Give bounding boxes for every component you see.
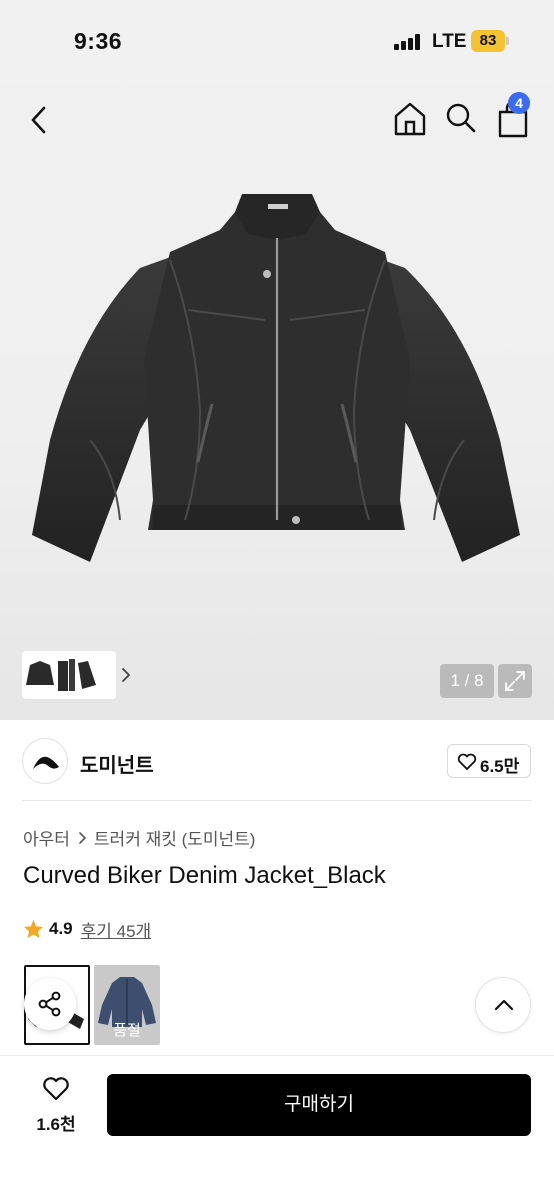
review-link[interactable]: 후기 45개: [81, 917, 152, 942]
battery-icon: 83: [471, 30, 509, 52]
chevron-left-icon: [31, 106, 46, 134]
signal-icon: [394, 34, 420, 50]
top-nav: 4: [0, 90, 554, 150]
share-button[interactable]: [24, 978, 76, 1030]
breadcrumb-subcategory[interactable]: 트러커 재킷 (도미넌트): [94, 825, 256, 850]
search-icon: [446, 103, 476, 133]
back-button[interactable]: [24, 102, 56, 138]
thumbnail-strip[interactable]: [22, 651, 130, 699]
breadcrumb: 아우터 트러커 재킷 (도미넌트): [23, 825, 255, 850]
share-icon: [38, 991, 61, 1017]
thumbnail-images: [26, 659, 96, 691]
expand-button[interactable]: [498, 664, 532, 698]
chevron-right-icon: [122, 668, 130, 682]
status-bar: 9:36 LTE 83: [0, 0, 554, 84]
search-button[interactable]: [444, 100, 478, 136]
heart-icon: [457, 753, 477, 770]
brand-like-count: 6.5만: [480, 757, 520, 776]
star-icon: [23, 919, 44, 939]
home-button[interactable]: [392, 100, 428, 138]
brand-like-button[interactable]: 6.5만: [447, 744, 531, 778]
home-icon: [394, 102, 426, 136]
product-title: Curved Biker Denim Jacket_Black: [23, 862, 386, 889]
brand-row: 도미넌트 6.5만: [0, 736, 554, 786]
brand-logo-mark: [33, 756, 59, 769]
heart-icon: [43, 1077, 69, 1101]
color-option-blue[interactable]: 품절: [94, 965, 160, 1045]
brand-name[interactable]: 도미넌트: [80, 749, 154, 778]
product-image[interactable]: [20, 190, 534, 610]
cart-button[interactable]: 4: [494, 92, 534, 140]
wishlist-count: 1.6천: [36, 1115, 76, 1134]
breadcrumb-category[interactable]: 아우터: [23, 825, 70, 850]
cart-count-badge: 4: [508, 92, 530, 114]
scroll-to-top-button[interactable]: [475, 977, 531, 1033]
divider: [22, 800, 532, 801]
status-time: 9:36: [74, 28, 123, 54]
rating-score: 4.9: [49, 919, 73, 938]
battery-level: 83: [471, 30, 505, 52]
chevron-right-icon: [79, 831, 87, 844]
brand-logo[interactable]: [22, 738, 68, 784]
bottom-action-bar: 1.6천 구매하기: [0, 1055, 554, 1200]
rating-row: 4.9 후기 45개: [23, 916, 151, 942]
buy-button[interactable]: 구매하기: [107, 1074, 531, 1136]
sold-out-label: 품절: [113, 1022, 141, 1039]
network-type: LTE: [432, 31, 467, 52]
image-counter: 1 / 8: [440, 664, 494, 698]
wishlist-button[interactable]: 1.6천: [24, 1074, 88, 1144]
chevron-up-icon: [494, 999, 514, 1011]
expand-icon: [505, 671, 525, 691]
